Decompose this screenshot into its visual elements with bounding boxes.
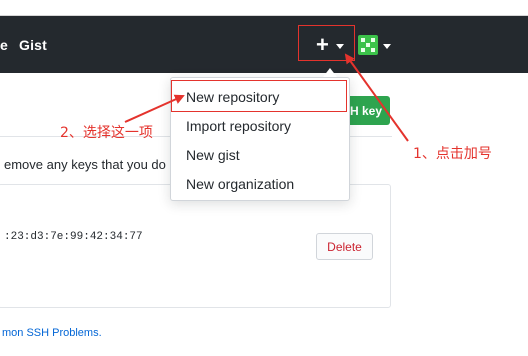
annotation-arrow-step1 (344, 53, 409, 142)
annotation-arrows (124, 53, 409, 142)
annotation-arrow-step2 (124, 94, 185, 123)
annotation-step1-label: 1、点击加号 (413, 146, 492, 162)
annotation-step2-label: 2、选择这一项 (60, 125, 153, 141)
